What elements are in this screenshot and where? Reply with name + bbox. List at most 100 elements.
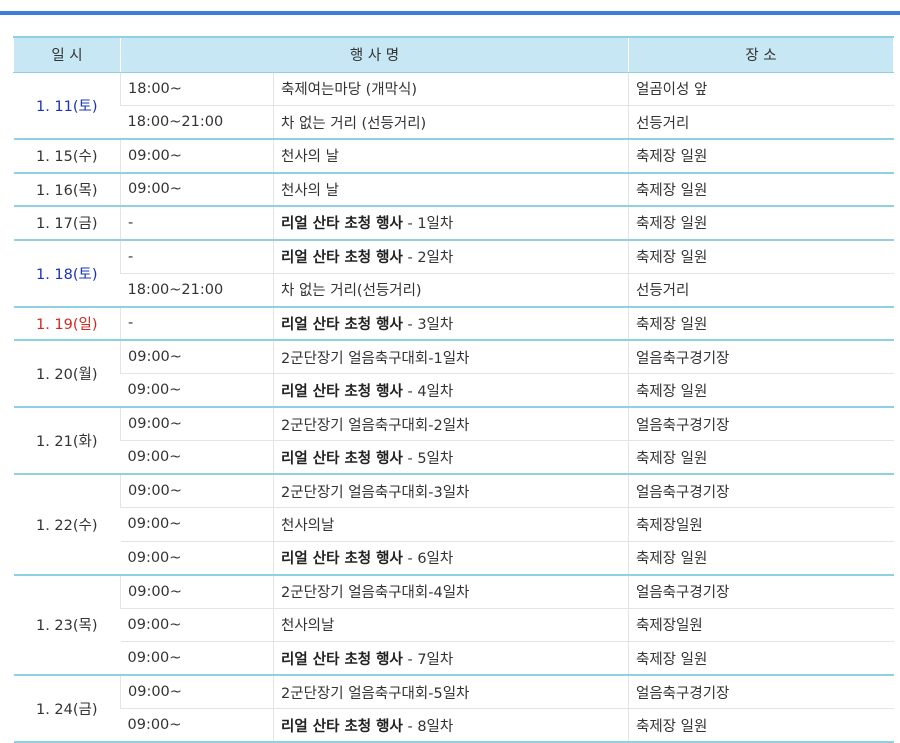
date-cell: 1. 21(화) xyxy=(13,407,121,475)
table-row: 1. 21(화) 09:00~ 2군단장기 얼음축구대회-2일차 얼음축구경기장 xyxy=(13,407,894,475)
event-cell: 천사의 날 xyxy=(273,172,629,207)
event-day-suffix: - 4일차 xyxy=(402,383,454,400)
place-cell: 축제장 일원 xyxy=(628,306,894,341)
date-cell: 1. 19(일) xyxy=(13,306,121,341)
time-cell: 09:00~ xyxy=(120,541,274,576)
place-cell: 얼음축구경기장 xyxy=(628,675,894,709)
place-cell: 선등거리 xyxy=(628,273,894,308)
event-cell: 차 없는 거리(선등거리) xyxy=(273,273,629,308)
event-name: 리얼 산타 초청 행사 xyxy=(281,216,403,233)
table-row: 09:00~ 리얼 산타 초청 행사 - 5일차 축제장 일원 xyxy=(14,440,894,475)
schedule-body: 1. 11(토) 18:00~ 축제여는마당 (개막식) 얼곰이성 앞 18:00~21… xyxy=(13,72,894,743)
event-cell: 리얼 산타 초청 행사 - 2일차 xyxy=(273,239,629,274)
place-cell: 얼음축구경기장 xyxy=(628,340,894,374)
event-cell: 리얼 산타 초청 행사 - 3일차 xyxy=(273,306,629,341)
place-cell: 축제장 일원 xyxy=(628,239,894,274)
event-name: 천사의 날 xyxy=(281,149,339,166)
time-cell: 09:00~ xyxy=(120,608,274,642)
time-cell: 18:00~21:00 xyxy=(120,105,274,140)
event-day-suffix: - 2일차 xyxy=(402,250,454,266)
date-cell: 1. 24(금) xyxy=(13,675,121,743)
place-cell: 축제장 일원 xyxy=(628,373,894,408)
place-cell: 축제장일원 xyxy=(628,507,894,542)
table-row: 09:00~ 리얼 산타 초청 행사 - 7일차 축제장 일원 xyxy=(14,641,894,676)
place-cell: 축제장 일원 xyxy=(628,172,894,207)
date-cell: 1. 17(금) xyxy=(13,206,121,241)
time-cell: - xyxy=(120,306,274,341)
event-cell: 2군단장기 얼음축구대회-1일차 xyxy=(273,340,629,374)
event-name: 리얼 산타 초청 행사 xyxy=(281,450,403,467)
event-name: 2군단장기 얼음축구대회-4일차 xyxy=(281,585,470,601)
place-cell: 축제장 일원 xyxy=(628,206,894,241)
time-cell: 09:00~ xyxy=(120,407,274,441)
event-day-suffix: - 8일차 xyxy=(402,718,454,735)
time-cell: 09:00~ xyxy=(120,373,274,408)
time-cell: 09:00~ xyxy=(120,507,274,542)
time-cell: 09:00~ xyxy=(120,139,274,174)
event-cell: 2군단장기 얼음축구대회-2일차 xyxy=(273,407,629,441)
table-header-row: 일 시 행 사 명 장 소 xyxy=(13,36,894,73)
time-cell: - xyxy=(120,239,274,274)
event-cell: 리얼 산타 초청 행사 - 1일차 xyxy=(273,206,629,241)
event-day-suffix: - 6일차 xyxy=(402,551,454,567)
event-cell: 천사의날 xyxy=(273,608,629,642)
time-cell: 09:00~ xyxy=(120,340,274,374)
date-cell: 1. 15(수) xyxy=(13,139,121,174)
time-cell: 18:00~ xyxy=(120,72,274,106)
event-name: 차 없는 거리 (선등거리) xyxy=(281,115,427,132)
date-cell: 1. 22(수) xyxy=(13,474,121,576)
event-cell: 리얼 산타 초청 행사 - 4일차 xyxy=(273,373,629,408)
event-cell: 2군단장기 얼음축구대회-4일차 xyxy=(273,574,629,609)
event-cell: 리얼 산타 초청 행사 - 6일차 xyxy=(273,541,629,576)
table-row: 09:00~ 리얼 산타 초청 행사 - 4일차 축제장 일원 xyxy=(14,373,894,408)
table-row: 18:00~21:00 차 없는 거리(선등거리) 선등거리 xyxy=(14,273,894,308)
time-cell: 09:00~ xyxy=(120,172,274,207)
table-row: 1. 20(월) 09:00~ 2군단장기 얼음축구대회-1일차 얼음축구경기장 xyxy=(13,340,894,408)
event-day-suffix: - 5일차 xyxy=(402,450,454,467)
place-cell: 축제장 일원 xyxy=(628,139,894,174)
event-name: 2군단장기 얼음축구대회-2일차 xyxy=(281,417,470,434)
event-name: 리얼 산타 초청 행사 xyxy=(281,383,403,400)
event-name: 리얼 산타 초청 행사 xyxy=(281,651,403,668)
event-name: 천사의날 xyxy=(281,618,335,635)
top-accent-bar xyxy=(0,11,900,15)
event-cell: 2군단장기 얼음축구대회-3일차 xyxy=(273,474,629,508)
event-name: 축제여는마당 (개막식) xyxy=(281,82,417,99)
time-cell: 09:00~ xyxy=(120,675,274,709)
event-cell: 리얼 산타 초청 행사 - 5일차 xyxy=(273,440,629,475)
event-cell: 축제여는마당 (개막식) xyxy=(273,72,629,106)
table-row: 1. 15(수) 09:00~ 천사의 날 축제장 일원 xyxy=(13,139,894,174)
table-row: 1. 16(목) 09:00~ 천사의 날 축제장 일원 xyxy=(13,172,894,207)
event-schedule-table: 일 시 행 사 명 장 소 1. 11(토) 18:00~ 축제여는마당 (개막식)… xyxy=(13,36,894,743)
table-row: 1. 23(목) 09:00~ 2군단장기 얼음축구대회-4일차 얼음축구경기장 xyxy=(13,574,894,676)
event-cell: 2군단장기 얼음축구대회-5일차 xyxy=(273,675,629,709)
date-cell: 1. 16(목) xyxy=(13,172,121,207)
event-cell: 리얼 산타 초청 행사 - 7일차 xyxy=(273,641,629,676)
event-day-suffix: - 1일차 xyxy=(402,216,454,233)
time-cell: - xyxy=(120,206,274,241)
place-cell: 선등거리 xyxy=(628,105,894,140)
place-cell: 축제장 일원 xyxy=(628,541,894,576)
event-name: 차 없는 거리(선등거리) xyxy=(281,283,422,299)
place-cell: 얼음축구경기장 xyxy=(628,474,894,508)
table-row: 1. 24(금) 09:00~ 2군단장기 얼음축구대회-5일차 얼음축구경기장 xyxy=(13,675,894,743)
time-cell: 09:00~ xyxy=(120,574,274,609)
date-cell: 1. 23(목) xyxy=(13,574,121,676)
table-row: 09:00~ 천사의날 축제장일원 xyxy=(14,507,894,542)
header-date: 일 시 xyxy=(13,36,121,73)
table-row: 1. 18(토) - 리얼 산타 초청 행사 - 2일차 축제장 일원 xyxy=(13,239,894,308)
table-row: 1. 17(금) - 리얼 산타 초청 행사 - 1일차 축제장 일원 xyxy=(13,206,894,241)
place-cell: 얼음축구경기장 xyxy=(628,407,894,441)
event-name: 천사의날 xyxy=(281,517,335,534)
table-row: 1. 11(토) 18:00~ 축제여는마당 (개막식) 얼곰이성 앞 xyxy=(13,72,894,140)
date-cell: 1. 11(토) xyxy=(13,72,121,140)
event-name: 리얼 산타 초청 행사 xyxy=(281,718,403,735)
table-row: 1. 22(수) 09:00~ 2군단장기 얼음축구대회-3일차 얼음축구경기장 xyxy=(13,474,894,576)
table-row: 09:00~ 천사의날 축제장일원 xyxy=(14,608,894,642)
event-name: 천사의 날 xyxy=(281,182,339,199)
place-cell: 얼곰이성 앞 xyxy=(628,72,894,106)
time-cell: 09:00~ xyxy=(120,440,274,475)
event-name: 리얼 산타 초청 행사 xyxy=(281,316,403,333)
place-cell: 축제장 일원 xyxy=(628,641,894,676)
event-day-suffix: - 3일차 xyxy=(402,316,454,333)
